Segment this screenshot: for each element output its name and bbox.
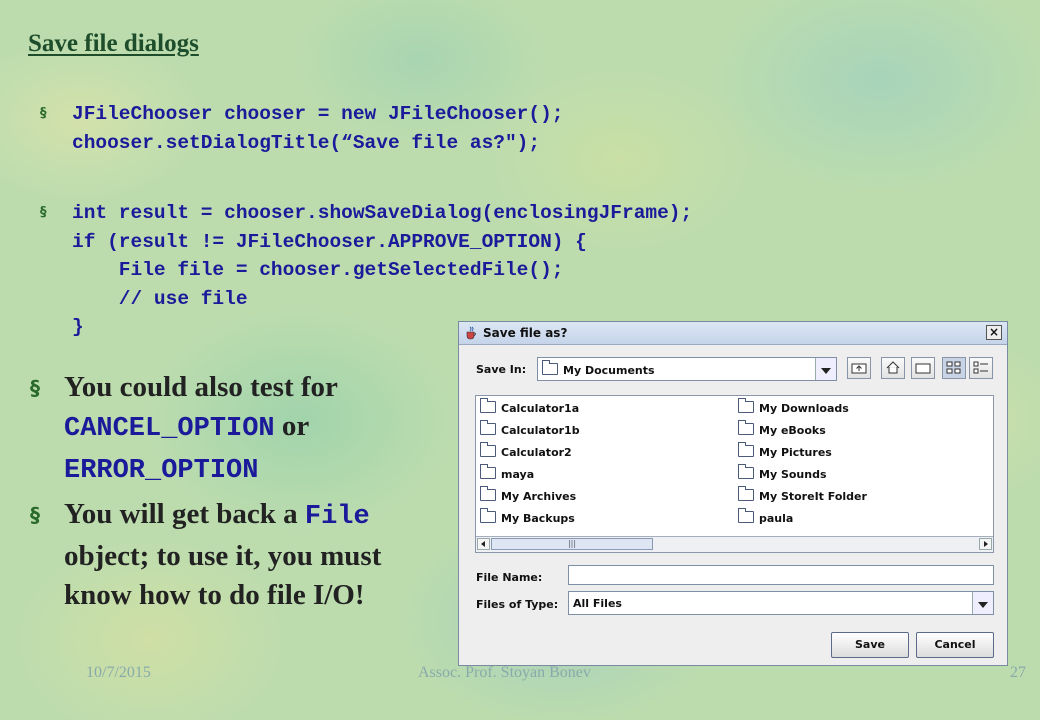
list-item[interactable]: My eBooks — [738, 420, 826, 437]
folder-icon — [480, 398, 496, 413]
folder-icon — [480, 486, 496, 501]
list-item[interactable]: My Archives — [480, 486, 576, 503]
folder-icon — [738, 486, 754, 501]
scroll-right-button[interactable] — [979, 538, 992, 550]
code-line: JFileChooser chooser = new JFileChooser(… — [72, 103, 564, 125]
scrollbar-thumb[interactable]: ||| — [491, 538, 653, 550]
save-in-dropdown[interactable]: My Documents — [537, 357, 837, 381]
bullet-item: § You will get back a File object; to use… — [30, 498, 382, 611]
folder-icon — [480, 442, 496, 457]
dialog-title-bar[interactable]: Save file as? × — [459, 322, 1007, 345]
bullet-list: § You could also test for CANCEL_OPTION o… — [30, 368, 430, 619]
folder-icon — [542, 360, 558, 375]
horizontal-scrollbar[interactable]: ||| — [476, 536, 993, 552]
file-name-label: File Name: — [476, 571, 543, 584]
folder-icon — [480, 420, 496, 435]
close-icon: × — [988, 325, 1000, 339]
files-of-type-label: Files of Type: — [476, 598, 559, 611]
chevron-down-icon[interactable] — [972, 592, 993, 614]
home-button[interactable] — [881, 357, 905, 379]
list-item[interactable]: My Sounds — [738, 464, 827, 481]
code-block-1: § JFileChooser chooser = new JFileChooser… — [40, 100, 563, 157]
arrow-right-icon — [984, 541, 988, 547]
file-list[interactable]: Calculator1a Calculator1b Calculator2 ma… — [475, 395, 994, 553]
bullet-marker: § — [30, 503, 40, 527]
list-item[interactable]: My Pictures — [738, 442, 832, 459]
list-item[interactable]: Calculator2 — [480, 442, 572, 459]
folder-up-icon — [851, 363, 867, 374]
save-file-dialog: Save file as? × Save In: My Documents Ca… — [458, 321, 1008, 666]
close-button[interactable]: × — [986, 325, 1002, 340]
files-of-type-dropdown[interactable]: All Files — [568, 591, 994, 615]
bullet-marker: § — [40, 106, 47, 121]
save-button[interactable]: Save — [831, 632, 909, 658]
list-item[interactable]: My StoreIt Folder — [738, 486, 867, 503]
new-folder-icon — [915, 363, 931, 374]
up-one-level-button[interactable] — [847, 357, 871, 379]
details-view-button[interactable] — [969, 357, 993, 379]
folder-icon — [480, 464, 496, 479]
list-item[interactable]: paula — [738, 508, 793, 525]
list-item[interactable]: maya — [480, 464, 534, 481]
list-view-button[interactable] — [942, 357, 966, 379]
code-line: if (result != JFileChooser.APPROVE_OPTIO… — [72, 230, 587, 253]
code-line: File file = chooser.getSelectedFile(); — [72, 259, 564, 281]
details-view-icon — [973, 361, 988, 374]
java-cup-icon — [466, 326, 476, 340]
folder-icon — [738, 398, 754, 413]
arrow-left-icon — [481, 541, 485, 547]
folder-icon — [738, 442, 754, 457]
footer-date: 10/7/2015 — [86, 664, 151, 681]
bullet-item: § You could also test for CANCEL_OPTION o… — [30, 371, 338, 486]
list-view-icon — [946, 361, 961, 374]
list-item[interactable]: My Backups — [480, 508, 575, 525]
chevron-down-icon[interactable] — [815, 358, 836, 380]
new-folder-button[interactable] — [911, 357, 935, 379]
slide-title: Save file dialogs — [28, 30, 199, 57]
footer-page-number: 27 — [1010, 664, 1026, 681]
file-name-input[interactable] — [568, 565, 994, 585]
list-item[interactable]: Calculator1a — [480, 398, 579, 415]
folder-icon — [480, 508, 496, 523]
save-in-label: Save In: — [476, 363, 527, 376]
home-icon — [886, 361, 900, 374]
bullet-marker: § — [40, 205, 47, 220]
folder-icon — [738, 508, 754, 523]
code-line: int result = chooser.showSaveDialog(encl… — [72, 202, 693, 224]
grip-icon: ||| — [567, 539, 577, 548]
folder-icon — [738, 464, 754, 479]
folder-icon — [738, 420, 754, 435]
footer-author: Assoc. Prof. Stoyan Bonev — [418, 664, 591, 681]
scroll-left-button[interactable] — [477, 538, 490, 550]
cancel-button[interactable]: Cancel — [916, 632, 994, 658]
code-line: chooser.setDialogTitle(“Save file as?"); — [72, 131, 541, 154]
code-line: // use file — [72, 287, 248, 310]
list-item[interactable]: Calculator1b — [480, 420, 580, 437]
code-line: } — [72, 316, 84, 338]
bullet-marker: § — [30, 376, 40, 400]
dialog-title: Save file as? — [483, 326, 568, 340]
list-item[interactable]: My Downloads — [738, 398, 849, 415]
